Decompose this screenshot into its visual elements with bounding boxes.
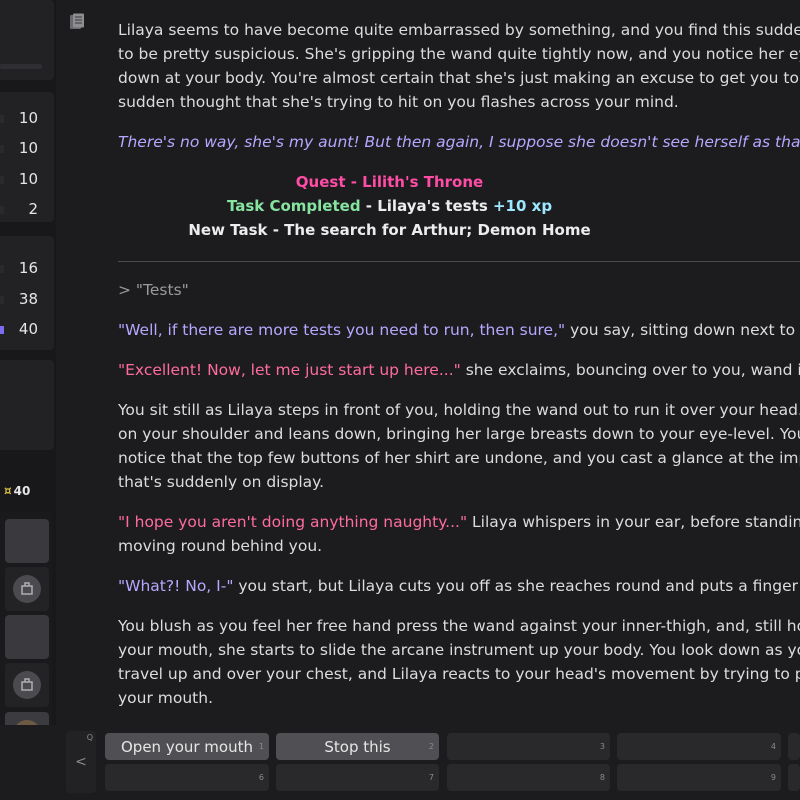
divider — [118, 261, 800, 262]
back-button[interactable]: < Q — [66, 731, 96, 793]
inventory-slot[interactable] — [5, 519, 49, 563]
story-paragraph: Lilaya seems to have become quite embarr… — [118, 18, 800, 114]
stat-marker — [0, 265, 4, 273]
hotkey-label: 3 — [599, 742, 605, 751]
hotkey-label: 9 — [770, 773, 776, 782]
stat-marker — [0, 145, 4, 153]
back-arrow-icon: < — [75, 754, 87, 770]
narration: you start, but Lilaya cuts you off as sh… — [233, 577, 800, 595]
essence-value: 40 — [13, 484, 31, 498]
player-choice: > "Tests" — [118, 281, 189, 299]
action-label: Open your mouth — [120, 738, 253, 756]
action-button-empty[interactable] — [788, 764, 800, 791]
story-line: notice that the top few buttons of her s… — [118, 449, 800, 467]
hotkey-label: 2 — [428, 742, 434, 751]
essence-icon: ¤ — [4, 484, 12, 498]
narration: you say, sitting down next to Lilaya — [570, 321, 800, 339]
story-line: that's suddenly on display. — [118, 473, 325, 491]
story-line: your mouth, she starts to slide the arca… — [118, 641, 800, 659]
stat-value: 2 — [28, 200, 38, 218]
story-line: moving round behind you. — [118, 537, 323, 555]
action-button-open-mouth[interactable]: Open your mouth 1 — [105, 733, 269, 760]
journal-icon[interactable] — [68, 13, 86, 35]
quest-title: Quest - Lilith's Throne — [295, 173, 484, 191]
story-paragraph: You blush as you feel her free hand pres… — [118, 614, 800, 710]
dialogue-line: "Well, if there are more tests you need … — [118, 318, 800, 342]
task-completed-line: Task Completed - Lilaya's tests +10 xp — [103, 194, 676, 218]
hotkey-label: 1 — [258, 742, 264, 751]
inventory-slot[interactable] — [5, 615, 49, 659]
new-task-line: New Task - The search for Arthur; Demon … — [188, 221, 591, 239]
npc-speech: "I hope you aren't doing anything naught… — [118, 513, 468, 531]
stat-marker — [0, 206, 4, 214]
stat-value: 10 — [18, 109, 38, 127]
stat-value: 10 — [18, 170, 38, 188]
action-button-empty[interactable]: 8 — [447, 764, 610, 791]
xp-reward: +10 xp — [492, 197, 553, 215]
task-name: Lilaya's tests — [377, 197, 493, 215]
dialogue-line: "What?! No, I-" you start, but Lilaya cu… — [118, 574, 800, 598]
player-speech: "Well, if there are more tests you need … — [118, 321, 566, 339]
stat-row[interactable]: 10 — [0, 107, 50, 129]
stat-value: 10 — [18, 139, 38, 157]
stat-row[interactable]: 40 — [0, 318, 50, 340]
action-button-empty[interactable]: 6 — [105, 764, 269, 791]
hotkey-label: 7 — [428, 773, 434, 782]
story-line: your mouth. — [118, 689, 214, 707]
story-line: on your shoulder and leans down, bringin… — [118, 425, 800, 443]
task-completed-label: Task Completed — [226, 197, 361, 215]
npc-speech: "Excellent! Now, let me just start up he… — [118, 361, 461, 379]
left-panel: 10 10 10 2 16 38 40 ¤ 40 — [0, 0, 56, 800]
stat-row[interactable]: 16 — [0, 257, 50, 279]
story-panel: Lilaya seems to have become quite embarr… — [103, 0, 800, 725]
hotkey-label: Q — [86, 733, 93, 742]
stat-marker — [0, 296, 4, 304]
action-button-empty[interactable]: 3 — [447, 733, 610, 760]
stat-value: 40 — [18, 320, 38, 338]
status-panel — [0, 360, 54, 450]
hotkey-label: 8 — [599, 773, 605, 782]
npc-portrait-icon — [13, 575, 41, 603]
story-line: down at your body. You're almost certain… — [118, 69, 800, 87]
separator: - — [360, 197, 378, 215]
health-bar — [0, 64, 42, 69]
action-button-empty[interactable]: 7 — [276, 764, 439, 791]
npc-portrait-icon — [13, 671, 41, 699]
stat-value: 38 — [18, 290, 38, 308]
dialogue-line: "I hope you aren't doing anything naught… — [118, 510, 800, 558]
story-line: You sit still as Lilaya steps in front o… — [118, 401, 800, 419]
narration: Lilaya whispers in your ear, before stan… — [472, 513, 800, 531]
story-line: to be pretty suspicious. She's gripping … — [118, 45, 800, 63]
levels-panel: 16 38 40 — [0, 236, 54, 350]
story-line: Lilaya seems to have become quite embarr… — [118, 21, 800, 39]
attributes-panel: 10 10 10 2 — [0, 92, 54, 222]
story-line: sudden thought that she's trying to hit … — [118, 93, 679, 111]
stat-row[interactable]: 38 — [0, 288, 50, 310]
action-label: Stop this — [324, 738, 391, 756]
stat-marker — [0, 115, 4, 123]
action-button-empty[interactable]: 4 — [617, 733, 781, 760]
action-button-empty[interactable] — [788, 733, 800, 760]
essence-counter: ¤ 40 — [4, 484, 30, 498]
character-panel[interactable] — [0, 0, 54, 80]
hotkey-label: 4 — [770, 742, 776, 751]
hotkey-label: 6 — [258, 773, 264, 782]
action-button-empty[interactable]: 9 — [617, 764, 781, 791]
dialogue-line: "Excellent! Now, let me just start up he… — [118, 358, 800, 382]
player-speech: "What?! No, I-" — [118, 577, 234, 595]
stat-marker — [0, 176, 4, 184]
action-button-stop-this[interactable]: Stop this 2 — [276, 733, 439, 760]
stat-marker — [0, 326, 4, 334]
inventory-slot[interactable] — [5, 663, 49, 707]
stat-value: 16 — [18, 259, 38, 277]
story-line: travel up and over your chest, and Lilay… — [118, 665, 800, 683]
stat-row[interactable]: 10 — [0, 168, 50, 190]
story-line: You blush as you feel her free hand pres… — [118, 617, 800, 635]
story-paragraph: You sit still as Lilaya steps in front o… — [118, 398, 800, 494]
stat-row[interactable]: 2 — [0, 198, 50, 220]
stat-row[interactable]: 10 — [0, 137, 50, 159]
inventory-slot[interactable] — [5, 567, 49, 611]
narration: she exclaims, bouncing over to you, wand… — [465, 361, 800, 379]
inner-thought: There's no way, she's my aunt! But then … — [118, 133, 800, 151]
